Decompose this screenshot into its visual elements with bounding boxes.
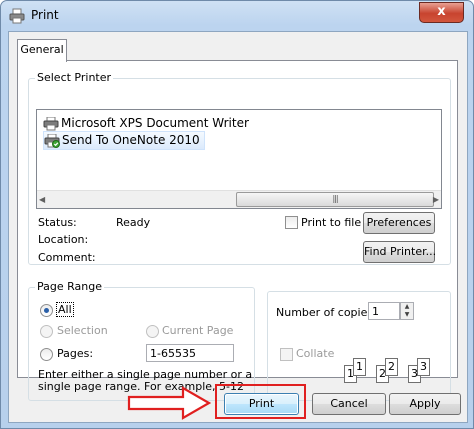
close-button[interactable]: x — [419, 2, 464, 23]
printer-item-xps[interactable]: Microsoft XPS Document Writer — [43, 115, 249, 132]
print-to-file-label[interactable]: Print to file — [301, 216, 361, 229]
number-of-copies-label: Number of copies: — [276, 306, 377, 319]
collate-illustration: 1 1 2 2 3 3 — [344, 351, 440, 391]
window-title: Print — [31, 8, 59, 22]
pages-radio[interactable] — [40, 348, 53, 361]
cancel-button[interactable]: Cancel — [312, 393, 386, 415]
scroll-right-icon[interactable]: ▶ — [433, 195, 439, 204]
general-tab-panel: Select Printer Microsoft XPS Document Wr… — [17, 60, 458, 401]
tab-general[interactable]: General — [17, 39, 67, 62]
print-to-file-checkbox[interactable] — [285, 216, 298, 229]
spin-down-icon[interactable]: ▼ — [401, 311, 413, 319]
scrollbar-thumb[interactable]: ||| — [236, 192, 434, 207]
printer-name: Send To OneNote 2010 — [62, 133, 200, 147]
printer-icon — [43, 116, 59, 130]
printer-icon — [9, 8, 25, 24]
title-bar[interactable]: Print x — [1, 1, 473, 31]
spin-up-icon[interactable]: ▲ — [401, 303, 413, 311]
pages-label[interactable]: Pages: — [57, 347, 93, 360]
copies-spinner[interactable]: ▲ ▼ — [400, 302, 414, 320]
print-dialog-window: Print x General Select Printer Microsoft… — [0, 0, 474, 429]
apply-button[interactable]: Apply — [389, 393, 461, 415]
location-label: Location: — [38, 233, 89, 246]
printer-list[interactable]: Microsoft XPS Document Writer Send To On… — [36, 109, 442, 209]
printer-name: Microsoft XPS Document Writer — [61, 116, 249, 130]
all-label[interactable]: All — [56, 302, 74, 317]
annotation-arrow-icon — [127, 386, 212, 420]
current-page-radio[interactable] — [146, 325, 159, 338]
comment-label: Comment: — [38, 251, 96, 264]
collate-checkbox[interactable] — [280, 348, 293, 361]
radio-selected-dot — [44, 308, 49, 313]
print-button[interactable]: Print — [224, 393, 299, 415]
selection-radio[interactable] — [40, 325, 53, 338]
horizontal-scrollbar[interactable]: ◀ ||| ▶ — [37, 190, 441, 208]
collate-page: 2 — [385, 358, 398, 376]
printer-default-icon — [44, 133, 60, 148]
page-range-legend: Page Range — [35, 280, 104, 293]
find-printer-button[interactable]: Find Printer... — [363, 241, 436, 263]
status-value: Ready — [116, 216, 151, 229]
preferences-button[interactable]: Preferences — [363, 212, 435, 234]
selection-label[interactable]: Selection — [57, 324, 108, 337]
select-printer-legend: Select Printer — [35, 71, 114, 84]
collate-label[interactable]: Collate — [296, 347, 334, 360]
current-page-label[interactable]: Current Page — [162, 324, 233, 337]
copies-input[interactable]: 1 — [368, 302, 400, 320]
dialog-body: General Select Printer Microsoft XPS Doc… — [8, 31, 468, 423]
pages-input[interactable]: 1-65535 — [146, 344, 234, 362]
scroll-left-icon[interactable]: ◀ — [39, 195, 45, 204]
printer-item-onenote[interactable]: Send To OneNote 2010 — [43, 131, 205, 150]
close-icon: x — [437, 4, 446, 19]
all-radio[interactable] — [40, 304, 53, 317]
grip-icon: ||| — [332, 194, 338, 203]
collate-page: 3 — [417, 358, 430, 376]
collate-page: 1 — [353, 358, 366, 376]
status-label: Status: — [38, 216, 77, 229]
